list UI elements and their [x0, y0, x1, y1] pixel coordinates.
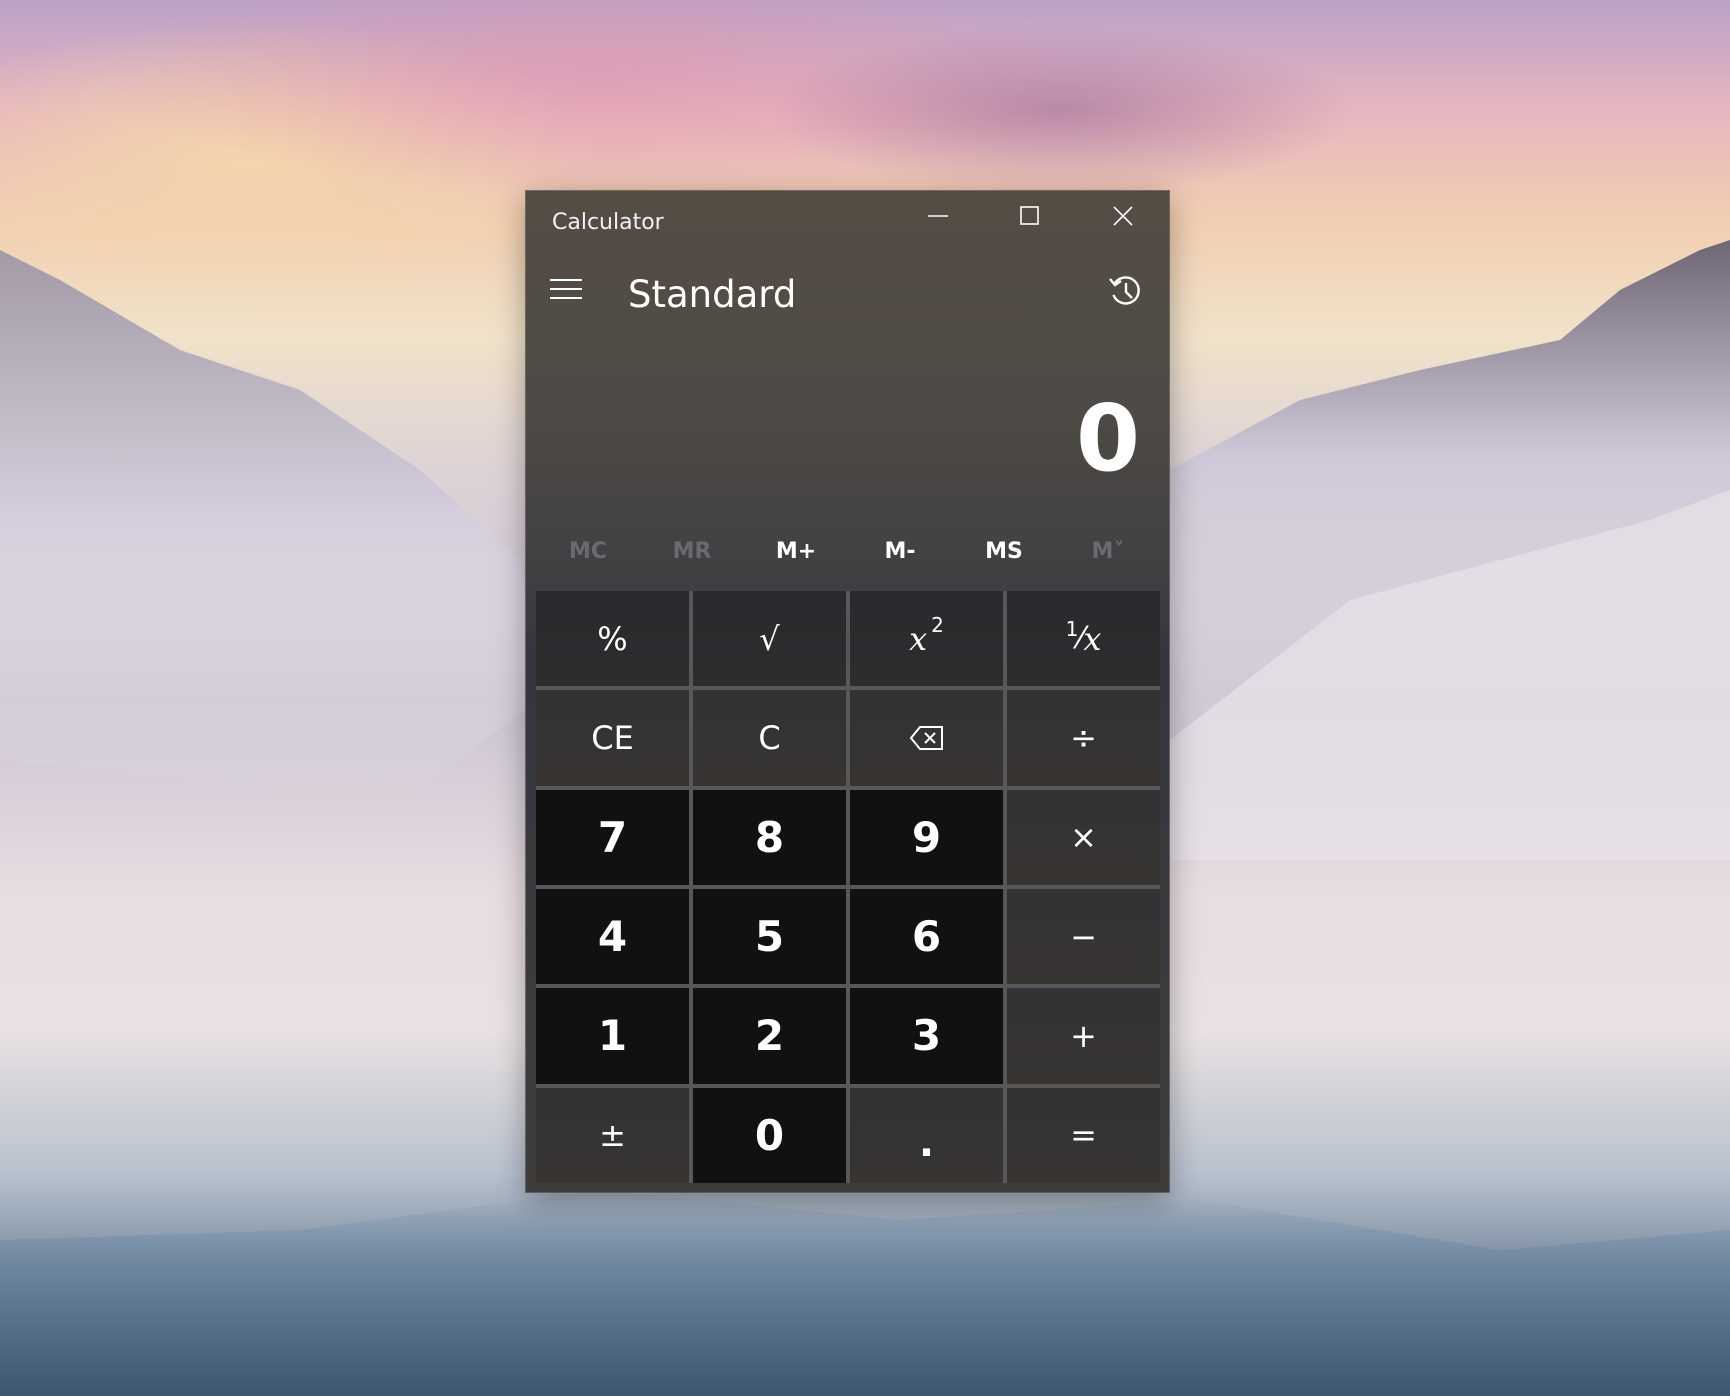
- digit-2-label: 2: [754, 1011, 785, 1061]
- clear-button[interactable]: C: [693, 690, 846, 786]
- square-button[interactable]: x2: [850, 591, 1003, 687]
- multiply-button[interactable]: ×: [1007, 789, 1160, 885]
- digit-6-label: 6: [911, 912, 942, 962]
- decimal-label: .: [918, 1120, 935, 1167]
- memory-store-button[interactable]: MS: [952, 527, 1056, 577]
- square-root-label: √: [759, 619, 780, 658]
- square-root-button[interactable]: √: [693, 591, 846, 687]
- memory-list-button[interactable]: M˅: [1056, 527, 1160, 577]
- digit-5-label: 5: [754, 912, 785, 962]
- close-button[interactable]: [1077, 191, 1169, 241]
- reciprocal-numerator: 1: [1065, 616, 1079, 641]
- percent-button[interactable]: %: [536, 591, 689, 687]
- close-icon: [1113, 206, 1133, 226]
- negate-label: ±: [599, 1116, 626, 1155]
- minimize-icon: [928, 215, 948, 217]
- add-button[interactable]: +: [1007, 988, 1160, 1084]
- reciprocal-denominator: x: [1083, 619, 1102, 658]
- digit-8-button[interactable]: 8: [693, 789, 846, 885]
- reciprocal-button[interactable]: 1 ⁄ x: [1007, 591, 1160, 687]
- result-display: 0: [1075, 385, 1140, 492]
- digit-5-button[interactable]: 5: [693, 889, 846, 985]
- equals-label: =: [1070, 1116, 1097, 1155]
- digit-3-label: 3: [911, 1011, 942, 1061]
- clear-entry-label: CE: [591, 718, 634, 757]
- minimize-button[interactable]: [892, 191, 984, 241]
- mode-title: Standard: [628, 273, 797, 316]
- digit-3-button[interactable]: 3: [850, 988, 1003, 1084]
- keypad: % √ x2 1 ⁄ x CE C ÷ 7 8 9 × 4 5 6 − 1 2 3 …: [536, 591, 1160, 1183]
- maximize-button[interactable]: [984, 191, 1076, 241]
- digit-0-button[interactable]: 0: [693, 1087, 846, 1183]
- app-title: Calculator: [552, 210, 664, 235]
- negate-button[interactable]: ±: [536, 1087, 689, 1183]
- digit-9-label: 9: [911, 812, 942, 862]
- digit-1-label: 1: [597, 1011, 628, 1061]
- digit-2-button[interactable]: 2: [693, 988, 846, 1084]
- history-button[interactable]: [1106, 271, 1146, 311]
- memory-add-button[interactable]: M+: [744, 527, 848, 577]
- digit-7-button[interactable]: 7: [536, 789, 689, 885]
- digit-9-button[interactable]: 9: [850, 789, 1003, 885]
- digit-0-label: 0: [754, 1110, 785, 1160]
- subtract-label: −: [1070, 917, 1097, 956]
- percent-label: %: [597, 619, 628, 658]
- digit-4-label: 4: [597, 912, 628, 962]
- digit-7-label: 7: [597, 812, 628, 862]
- app-header: Standard: [526, 251, 1169, 331]
- maximize-icon: [1020, 206, 1039, 225]
- title-bar[interactable]: Calculator: [526, 191, 1169, 241]
- digit-4-button[interactable]: 4: [536, 889, 689, 985]
- hamburger-icon: [550, 279, 582, 299]
- add-label: +: [1070, 1016, 1097, 1055]
- decimal-button[interactable]: .: [850, 1087, 1003, 1183]
- memory-subtract-button[interactable]: M-: [848, 527, 952, 577]
- multiply-label: ×: [1070, 818, 1097, 857]
- square-base-label: x: [909, 619, 928, 658]
- clear-entry-button[interactable]: CE: [536, 690, 689, 786]
- digit-8-label: 8: [754, 812, 785, 862]
- backspace-icon: [909, 725, 943, 750]
- memory-bar: MC MR M+ M- MS M˅: [536, 527, 1160, 577]
- memory-recall-button[interactable]: MR: [640, 527, 744, 577]
- digit-1-button[interactable]: 1: [536, 988, 689, 1084]
- divide-button[interactable]: ÷: [1007, 690, 1160, 786]
- equals-button[interactable]: =: [1007, 1087, 1160, 1183]
- digit-6-button[interactable]: 6: [850, 889, 1003, 985]
- divide-label: ÷: [1070, 718, 1097, 757]
- subtract-button[interactable]: −: [1007, 889, 1160, 985]
- history-icon: [1109, 276, 1140, 305]
- calculator-window: Calculator Standard 0 MC MR M+ M- MS M˅ …: [526, 191, 1169, 1192]
- clear-label: C: [758, 718, 781, 757]
- square-exponent-label: 2: [931, 612, 944, 637]
- backspace-button[interactable]: [850, 690, 1003, 786]
- memory-clear-button[interactable]: MC: [536, 527, 640, 577]
- navigation-menu-button[interactable]: [548, 271, 584, 307]
